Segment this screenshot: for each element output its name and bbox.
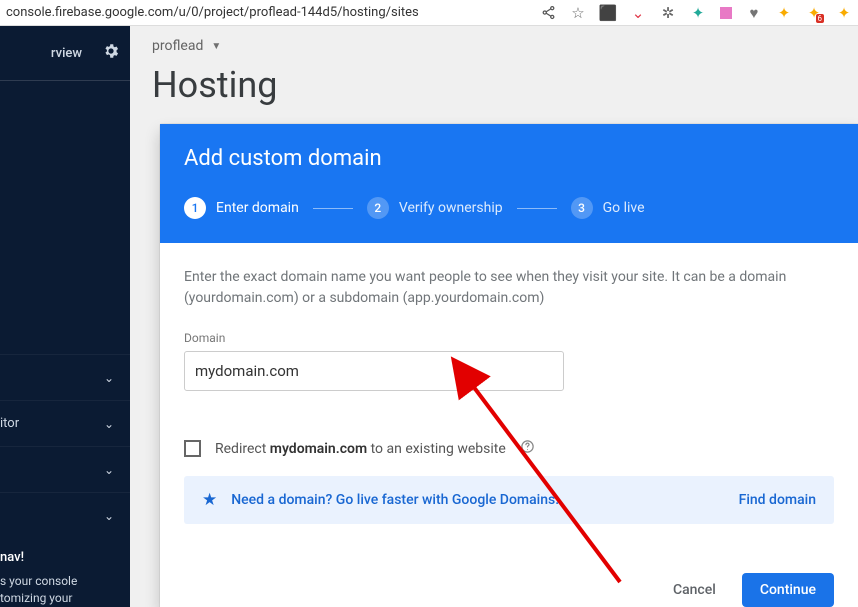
extension-pocket-icon[interactable]: ⌄: [630, 5, 646, 21]
extension-pink-icon[interactable]: [720, 7, 732, 19]
step-enter-domain: 1 Enter domain: [184, 197, 299, 219]
extension-heart-icon[interactable]: ♥: [746, 5, 762, 21]
extension-wand-icon[interactable]: ✦: [690, 5, 706, 21]
step-number: 2: [367, 197, 389, 219]
chevron-down-icon: ⌄: [104, 463, 114, 477]
browser-url-bar: console.firebase.google.com/u/0/project/…: [0, 0, 858, 26]
extension-plus-icon[interactable]: ✦: [776, 5, 792, 21]
modal-title: Add custom domain: [184, 146, 834, 171]
sidebar-item-1[interactable]: ⌄: [0, 354, 130, 400]
domain-input[interactable]: [184, 351, 564, 391]
star-icon: ★: [202, 490, 217, 510]
step-label: Verify ownership: [399, 200, 503, 216]
extension-badge-icon[interactable]: ✦6: [806, 5, 822, 21]
overview-tab[interactable]: rview: [51, 46, 82, 61]
step-number: 3: [571, 197, 593, 219]
sidebar-nav: ⌄ itor ⌄ ⌄ ⌄: [0, 354, 130, 538]
extension-gear-icon[interactable]: ✲: [660, 5, 676, 21]
stepper: 1 Enter domain 2 Verify ownership 3 Go l…: [184, 197, 834, 219]
chevron-down-icon: ⌄: [104, 509, 114, 523]
chevron-down-icon: ⌄: [104, 417, 114, 431]
sidebar-item-2[interactable]: itor ⌄: [0, 400, 130, 446]
chevron-down-icon: ⌄: [104, 371, 114, 385]
modal-body: Enter the exact domain name you want peo…: [160, 243, 858, 555]
helper-text: Enter the exact domain name you want peo…: [184, 267, 824, 309]
step-connector: [517, 208, 557, 209]
cancel-button[interactable]: Cancel: [669, 574, 720, 606]
sidebar: rview ⌄ itor ⌄ ⌄ ⌄ nav!: [0, 26, 130, 607]
google-domains-promo: ★ Need a domain? Go live faster with Goo…: [184, 476, 834, 524]
url-text[interactable]: console.firebase.google.com/u/0/project/…: [6, 5, 540, 20]
star-icon[interactable]: ☆: [570, 5, 586, 21]
domain-field-label: Domain: [184, 331, 834, 345]
gear-icon[interactable]: [102, 42, 120, 64]
modal-header: Add custom domain 1 Enter domain 2 Verif…: [160, 124, 858, 243]
sidebar-footer-title: nav!: [0, 550, 122, 565]
modal-footer: Cancel Continue: [160, 555, 858, 607]
extension-translate-icon[interactable]: ⬛: [600, 5, 616, 21]
main-content: proflead ▼ Hosting Add custom domain 1 E…: [130, 26, 858, 607]
browser-actions: ☆ ⬛ ⌄ ✲ ✦ ♥ ✦ ✦6 ✦: [540, 5, 852, 21]
find-domain-link[interactable]: Find domain: [739, 492, 816, 508]
redirect-checkbox[interactable]: [184, 440, 201, 457]
sidebar-footer-blurb: s your console tomizing your: [0, 573, 122, 607]
step-label: Go live: [603, 200, 645, 216]
step-go-live: 3 Go live: [571, 197, 645, 219]
step-number: 1: [184, 197, 206, 219]
step-connector: [313, 208, 353, 209]
sidebar-top: rview: [0, 26, 130, 81]
sidebar-item-4[interactable]: ⌄: [0, 492, 130, 538]
add-custom-domain-modal: Add custom domain 1 Enter domain 2 Verif…: [160, 124, 858, 607]
share-icon[interactable]: [540, 5, 556, 21]
continue-button[interactable]: Continue: [742, 573, 834, 607]
extension-puzzle-icon[interactable]: ✦: [836, 5, 852, 21]
help-icon[interactable]: [520, 439, 535, 458]
step-verify-ownership: 2 Verify ownership: [367, 197, 503, 219]
redirect-row: Redirect mydomain.com to an existing web…: [184, 439, 834, 458]
sidebar-item-label: itor: [0, 416, 19, 431]
step-label: Enter domain: [216, 200, 299, 216]
sidebar-footer: nav! s your console tomizing your: [0, 538, 130, 607]
sidebar-item-3[interactable]: ⌄: [0, 446, 130, 492]
promo-message: Need a domain? Go live faster with Googl…: [231, 492, 724, 508]
redirect-label: Redirect mydomain.com to an existing web…: [215, 441, 506, 457]
workspace: rview ⌄ itor ⌄ ⌄ ⌄ nav!: [0, 26, 858, 607]
